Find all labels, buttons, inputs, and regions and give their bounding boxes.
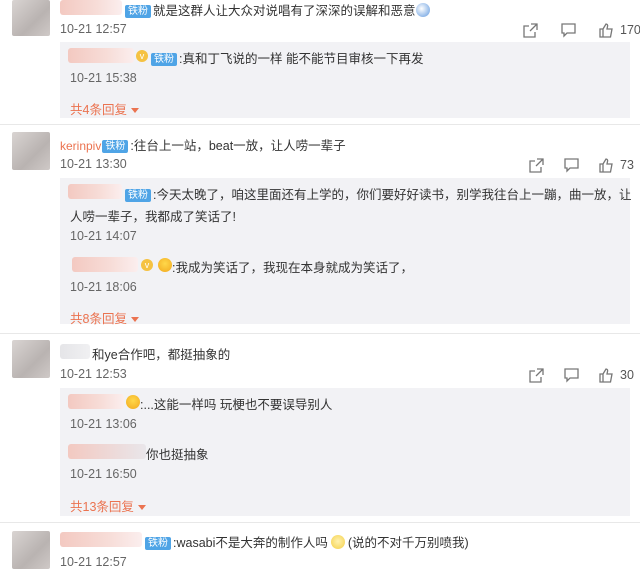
comment-actions: 73 [528, 157, 634, 173]
more-replies-link[interactable]: 共4条回复 [70, 99, 139, 118]
username-blurred[interactable] [72, 257, 138, 272]
verified-icon: v [136, 50, 148, 62]
comment-actions: 170 [522, 22, 640, 38]
username-blurred[interactable] [68, 184, 122, 199]
avatar[interactable] [12, 340, 50, 378]
reply-time: 10-21 15:38 [70, 71, 137, 85]
comment-text: 铁粉:wasabi不是大奔的制作人吗 (说的不对千万别喷我) [144, 532, 469, 551]
badge: 铁粉 [125, 189, 151, 202]
comment-icon[interactable] [563, 157, 579, 173]
divider [0, 333, 640, 334]
username-blurred[interactable] [60, 0, 122, 15]
reply-time: 10-21 13:06 [70, 417, 137, 431]
comment-time: 10-21 12:53 [60, 367, 127, 381]
comment-text: kerinpiv 铁粉:往台上一站，beat一放，让人唠一辈子 [60, 139, 346, 153]
like-icon[interactable] [598, 367, 614, 383]
reply-time: 10-21 16:50 [70, 467, 137, 481]
comment-icon[interactable] [560, 22, 576, 38]
reply-text-line2: 人唠一辈子，我都成了笑话了! [70, 210, 236, 224]
more-replies-link[interactable]: 共8条回复 [70, 308, 139, 327]
face-emoji-icon [415, 3, 430, 17]
username-blurred[interactable] [68, 444, 146, 459]
divider [0, 522, 640, 523]
like-count: 30 [620, 368, 634, 382]
username-blurred[interactable] [60, 344, 90, 359]
heart-eyes-emoji-icon [158, 258, 172, 272]
comment-actions: 30 [528, 367, 634, 383]
comment-time: 10-21 13:30 [60, 157, 127, 171]
reply-text: 你也挺抽象 [146, 448, 209, 462]
like-count: 73 [620, 158, 634, 172]
comment-icon[interactable] [563, 367, 579, 383]
badge: 铁粉 [145, 537, 171, 550]
avatar[interactable] [12, 0, 50, 36]
divider [0, 124, 640, 125]
more-replies-link[interactable]: 共13条回复 [70, 496, 146, 515]
avatar[interactable] [12, 132, 50, 170]
reply-text: :...这能一样吗 玩梗也不要误导别人 [140, 398, 333, 412]
username-blurred[interactable] [60, 532, 142, 547]
reply-text: :我成为笑话了，我现在本身就成为笑话了， [172, 261, 413, 275]
like-icon[interactable] [598, 157, 614, 173]
like-icon[interactable] [598, 22, 614, 38]
username-blurred[interactable] [68, 394, 124, 409]
comment-text: 铁粉 就是这群人让大众对说唱有了深深的误解和恶意 [124, 0, 430, 19]
badge: 铁粉 [151, 53, 177, 66]
share-icon[interactable] [528, 367, 544, 383]
comment-text: 和ye合作吧，都挺抽象的 [92, 348, 231, 362]
share-icon[interactable] [528, 157, 544, 173]
like-count: 170 [620, 23, 640, 37]
badge: 铁粉 [125, 5, 151, 18]
username[interactable]: kerinpiv [60, 139, 101, 153]
cat-emoji-icon [330, 535, 345, 549]
reply-text: 铁粉:真和丁飞说的一样 能不能节目审核一下再发 [150, 48, 423, 67]
reply-time: 10-21 18:06 [70, 280, 137, 294]
badge: 铁粉 [102, 140, 129, 153]
comment-time: 10-21 12:57 [60, 555, 127, 569]
share-icon[interactable] [522, 22, 538, 38]
reply-time: 10-21 14:07 [70, 229, 137, 243]
username-blurred[interactable] [68, 48, 134, 63]
comment-time: 10-21 12:57 [60, 22, 127, 36]
verified-icon: v [141, 259, 153, 271]
heart-eyes-emoji-icon [126, 395, 140, 409]
avatar[interactable] [12, 531, 50, 569]
reply-text: 铁粉:今天太晚了，咱这里面还有上学的，你们要好好读书，别学我往台上一蹦，曲一放，… [124, 184, 631, 203]
